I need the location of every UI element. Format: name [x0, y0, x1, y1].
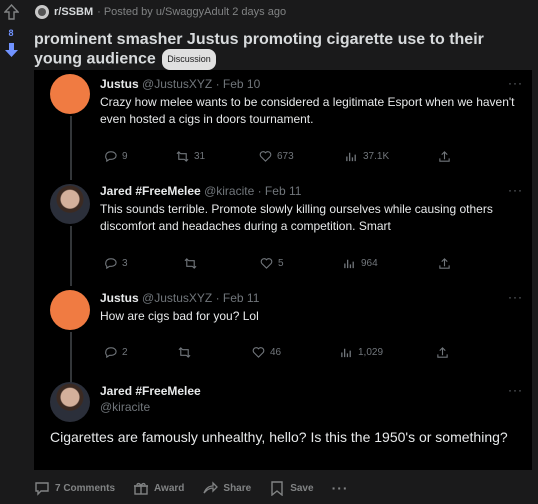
reply-icon	[105, 258, 117, 270]
thread-line	[70, 332, 72, 384]
share-icon	[439, 258, 450, 269]
more-icon[interactable]: ···	[508, 76, 523, 90]
tweet-author: Justus @JustusXYZ · Feb 10	[100, 77, 260, 91]
reply-button[interactable]: 3	[104, 257, 128, 270]
tweet-author-name: Justus	[100, 77, 139, 91]
retweet-button[interactable]: 31	[176, 150, 205, 163]
share-icon	[439, 151, 450, 162]
more-icon[interactable]: ···	[508, 183, 523, 197]
heart-icon	[259, 151, 272, 162]
thread-line	[70, 116, 72, 180]
tweet-author: Jared #FreeMelee	[100, 384, 201, 398]
reply-icon	[105, 347, 117, 359]
like-button[interactable]: 5	[260, 257, 284, 270]
tweet-author: Justus @JustusXYZ · Feb 11	[100, 291, 259, 305]
tweet-text: This sounds terrible. Promote slowly kil…	[100, 202, 493, 233]
retweet-button[interactable]	[184, 257, 202, 270]
share-button[interactable]: Share	[202, 480, 251, 496]
vote-count: 8	[8, 28, 14, 38]
tweet-handle: @kiracite	[100, 400, 151, 414]
heart-icon	[260, 258, 273, 269]
post-header: r/SSBM · Posted by u/SwaggyAdult 2 days …	[35, 4, 286, 20]
reply-button[interactable]: 9	[104, 150, 128, 163]
tweet-author-name: Justus	[100, 291, 139, 305]
comments-button[interactable]: 7 Comments	[34, 480, 115, 496]
views-icon	[346, 152, 356, 162]
heart-icon	[252, 347, 265, 358]
retweet-icon	[184, 258, 197, 269]
avatar	[50, 382, 90, 422]
save-button[interactable]: Save	[269, 480, 314, 496]
post-footer: 7 Comments Award Share Save ···	[34, 478, 367, 498]
tweet-author-name: Jared #FreeMelee	[100, 184, 201, 198]
posted-by: · Posted by u/SwaggyAdult 2 days ago	[97, 6, 287, 18]
tweet-meta: @JustusXYZ · Feb 11	[142, 291, 260, 305]
views-button[interactable]: 964	[343, 257, 378, 270]
share-arrow-icon	[203, 481, 219, 494]
retweet-button[interactable]	[178, 346, 196, 359]
more-options-icon: ···	[331, 480, 349, 496]
tweet-meta: @kiracite · Feb 11	[204, 184, 302, 198]
tweet-meta: @JustusXYZ · Feb 10	[142, 77, 261, 91]
thread-line	[70, 226, 72, 286]
tweet-thread-image[interactable]: Justus @JustusXYZ · Feb 10 ··· Crazy how…	[34, 70, 532, 470]
views-button[interactable]: 1,029	[340, 346, 383, 359]
downvote-arrow-icon[interactable]	[4, 42, 19, 63]
tweet-text: Cigarettes are famously unhealthy, hello…	[50, 429, 508, 445]
subreddit-link[interactable]: r/SSBM	[54, 6, 93, 18]
share-icon	[437, 347, 448, 358]
post-title-text[interactable]: prominent smasher Justus promoting cigar…	[34, 31, 484, 68]
views-icon	[341, 348, 351, 358]
upvote-arrow-icon[interactable]	[3, 3, 20, 25]
like-button[interactable]: 46	[252, 346, 281, 359]
post-flair[interactable]: Discussion	[162, 49, 216, 70]
like-button[interactable]: 673	[259, 150, 294, 163]
share-tweet-button[interactable]	[436, 346, 449, 359]
reply-button[interactable]: 2	[104, 346, 128, 359]
more-icon[interactable]: ···	[508, 290, 523, 304]
tweet-actions: 3 5 964	[100, 257, 520, 273]
gift-icon	[134, 482, 149, 495]
tweet-text: How are cigs bad for you? Lol	[100, 309, 259, 323]
tweet-author: Jared #FreeMelee @kiracite · Feb 11	[100, 184, 301, 198]
tweet-actions: 2 46 1,029	[100, 346, 520, 362]
bookmark-icon	[271, 481, 283, 496]
post-title[interactable]: prominent smasher Justus promoting cigar…	[34, 30, 524, 70]
subreddit-icon[interactable]	[35, 5, 49, 19]
avatar	[50, 74, 90, 114]
views-button[interactable]: 37.1K	[345, 150, 389, 163]
avatar	[50, 290, 90, 330]
retweet-icon	[178, 347, 191, 358]
award-button[interactable]: Award	[133, 480, 184, 496]
tweet-author-name: Jared #FreeMelee	[100, 384, 201, 398]
reply-icon	[105, 151, 117, 163]
tweet-text: Crazy how melee wants to be considered a…	[100, 95, 515, 126]
comment-icon	[35, 482, 49, 496]
views-icon	[344, 259, 354, 269]
more-icon[interactable]: ···	[508, 383, 523, 397]
share-tweet-button[interactable]	[438, 150, 451, 163]
more-options-button[interactable]: ···	[332, 480, 349, 496]
retweet-icon	[176, 151, 189, 162]
tweet-actions: 9 31 673 37.1K	[100, 150, 520, 166]
share-tweet-button[interactable]	[438, 257, 451, 270]
avatar	[50, 184, 90, 224]
